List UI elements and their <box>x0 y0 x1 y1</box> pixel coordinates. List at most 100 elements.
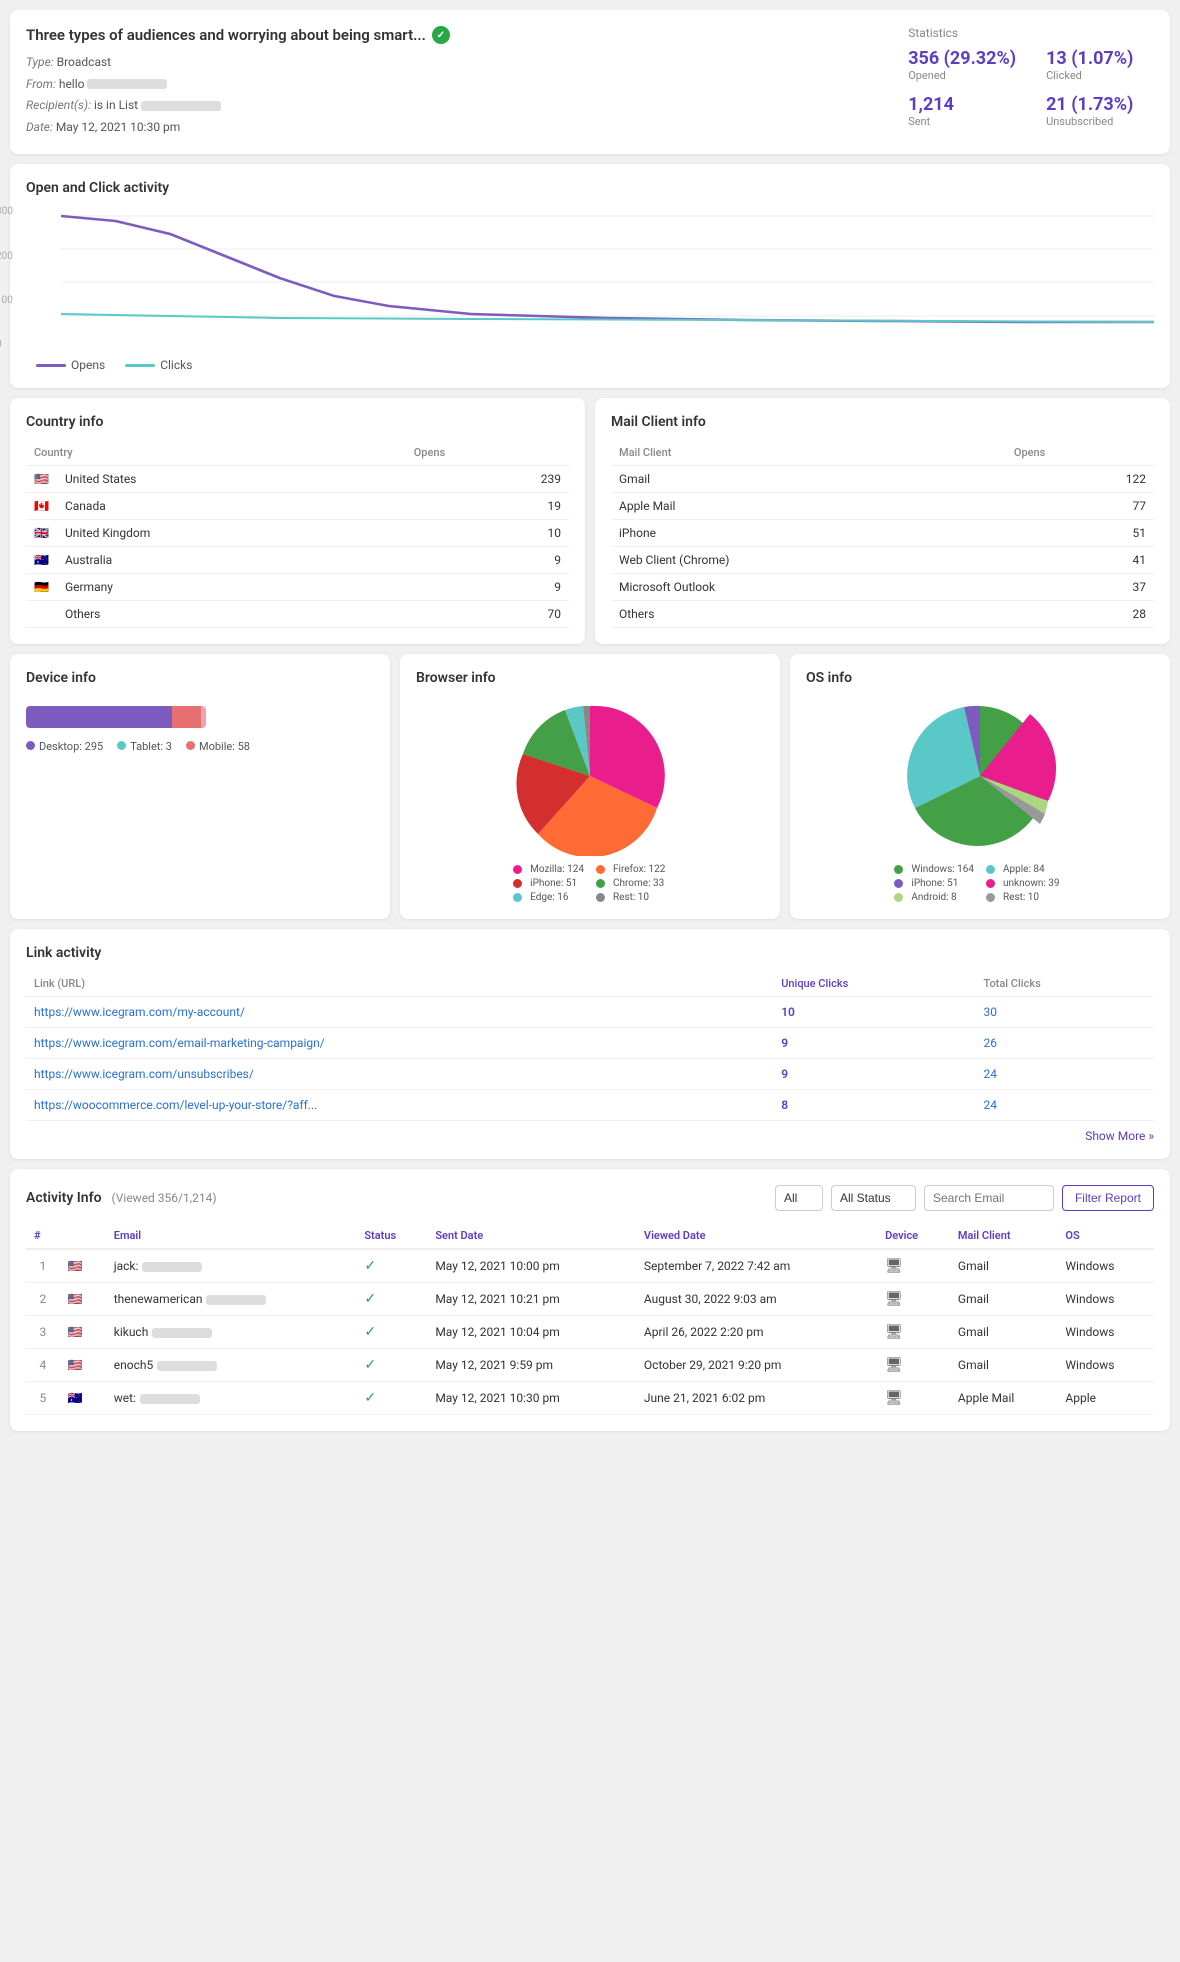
activity-info-subtitle: (Viewed 356/1,214) <box>112 1191 217 1205</box>
row-email: kikuch <box>106 1316 357 1349</box>
browser-info-card: Browser info <box>400 654 780 919</box>
browser-legend: Mozilla: 124 Firefox: 122 iPhone: 51 Chr… <box>513 864 667 903</box>
row-status: ✓ <box>356 1283 427 1316</box>
mail-client-title: Mail Client info <box>611 414 1154 430</box>
mail-client-row: iPhone 51 <box>611 520 1154 547</box>
country-flag: 🇬🇧 <box>26 520 57 547</box>
row-status: ✓ <box>356 1349 427 1382</box>
mail-client-opens: 77 <box>1006 493 1154 520</box>
device-browser-os-row: Device info Desktop: 295 Tablet: 3 Mobil… <box>10 654 1170 919</box>
status-check-icon: ✓ <box>432 26 450 44</box>
country-opens: 9 <box>406 547 569 574</box>
search-email-input[interactable] <box>924 1185 1054 1211</box>
firefox-dot <box>596 865 605 874</box>
tablet-segment <box>201 706 206 728</box>
os-info-card: OS info Windows: 164 <box>790 654 1170 919</box>
country-flag: 🇺🇸 <box>26 466 57 493</box>
col-os: OS <box>1057 1223 1154 1249</box>
header-meta: Type: Broadcast From: hello Recipient(s)… <box>26 52 450 138</box>
row-status: ✓ <box>356 1249 427 1283</box>
activity-info-header: Activity Info (Viewed 356/1,214) All All… <box>26 1185 1154 1211</box>
opened-label: Opened <box>908 69 1016 82</box>
rest-os-dot <box>986 893 995 902</box>
activity-row: 4 🇺🇸 enoch5 ✓ May 12, 2021 9:59 pm Octob… <box>26 1349 1154 1382</box>
activity-info-card: Activity Info (Viewed 356/1,214) All All… <box>10 1169 1170 1431</box>
row-viewed-date: October 29, 2021 9:20 pm <box>636 1349 877 1382</box>
col-country: Country <box>26 440 406 466</box>
col-device: Device <box>877 1223 950 1249</box>
filter-report-button[interactable]: Filter Report <box>1062 1185 1154 1211</box>
activity-info-title: Activity Info <box>26 1190 102 1206</box>
row-os: Windows <box>1057 1349 1154 1382</box>
country-row: 🇩🇪 Germany 9 <box>26 574 569 601</box>
mail-client-row: Microsoft Outlook 37 <box>611 574 1154 601</box>
row-viewed-date: August 30, 2022 9:03 am <box>636 1283 877 1316</box>
activity-row: 2 🇺🇸 thenewamerican ✓ May 12, 2021 10:21… <box>26 1283 1154 1316</box>
activity-table: # Email Status Sent Date Viewed Date Dev… <box>26 1223 1154 1415</box>
col-flag <box>60 1223 106 1249</box>
tablet-legend: Tablet: 3 <box>117 740 172 753</box>
link-row: https://www.icegram.com/unsubscribes/ 9 … <box>26 1059 1154 1090</box>
country-flag <box>26 601 57 628</box>
header-card: Three types of audiences and worrying ab… <box>10 10 1170 154</box>
status-dropdown[interactable]: All Status <box>831 1185 916 1211</box>
link-row: https://woocommerce.com/level-up-your-st… <box>26 1090 1154 1121</box>
col-status: Status <box>356 1223 427 1249</box>
mail-client-name: Others <box>611 601 1006 628</box>
row-sent-date: May 12, 2021 10:04 pm <box>427 1316 636 1349</box>
stat-sent: 1,214 Sent <box>908 94 1016 128</box>
mail-client-opens: 37 <box>1006 574 1154 601</box>
country-row: 🇬🇧 United Kingdom 10 <box>26 520 569 547</box>
all-dropdown[interactable]: All <box>775 1185 823 1211</box>
country-row: 🇺🇸 United States 239 <box>26 466 569 493</box>
link-row: https://www.icegram.com/my-account/ 10 3… <box>26 997 1154 1028</box>
opened-value: 356 (29.32%) <box>908 48 1016 69</box>
country-title: Country info <box>26 414 569 430</box>
row-flag: 🇺🇸 <box>60 1249 106 1283</box>
col-link-url: Link (URL) <box>26 971 773 997</box>
mail-client-opens: 51 <box>1006 520 1154 547</box>
status-check: ✓ <box>364 1324 376 1340</box>
unique-clicks: 9 <box>773 1028 975 1059</box>
row-device: 🖥 <box>877 1316 950 1349</box>
row-email: thenewamerican <box>106 1283 357 1316</box>
row-flag: 🇺🇸 <box>60 1316 106 1349</box>
desktop-dot <box>26 741 35 750</box>
mail-client-name: Gmail <box>611 466 1006 493</box>
clicked-value: 13 (1.07%) <box>1046 48 1154 69</box>
row-flag: 🇺🇸 <box>60 1349 106 1382</box>
link-url: https://woocommerce.com/level-up-your-st… <box>26 1090 773 1121</box>
row-status: ✓ <box>356 1316 427 1349</box>
desktop-segment <box>26 706 172 728</box>
monitor-icon: 🖥 <box>885 1291 903 1307</box>
status-dropdown-wrap[interactable]: All Status <box>831 1185 916 1211</box>
edge-dot <box>513 893 522 902</box>
unknown-dot <box>986 879 995 888</box>
row-num: 5 <box>26 1382 60 1415</box>
all-dropdown-wrap[interactable]: All <box>775 1185 823 1211</box>
show-more-btn[interactable]: Show More » <box>26 1121 1154 1143</box>
campaign-title: Three types of audiences and worrying ab… <box>26 26 450 44</box>
iphone-os-dot <box>894 879 903 888</box>
status-check: ✓ <box>364 1357 376 1373</box>
device-legend: Desktop: 295 Tablet: 3 Mobile: 58 <box>26 740 374 753</box>
country-info-card: Country info Country Opens 🇺🇸 United Sta… <box>10 398 585 644</box>
row-os: Windows <box>1057 1283 1154 1316</box>
opens-legend-line <box>36 364 66 367</box>
mail-client-opens: 122 <box>1006 466 1154 493</box>
browser-pie-chart <box>510 696 670 856</box>
link-url: https://www.icegram.com/email-marketing-… <box>26 1028 773 1059</box>
mail-client-name: Microsoft Outlook <box>611 574 1006 601</box>
mail-client-table: Mail Client Opens Gmail 122 Apple Mail 7… <box>611 440 1154 628</box>
activity-row: 5 🇦🇺 wet: ✓ May 12, 2021 10:30 pm June 2… <box>26 1382 1154 1415</box>
clicks-legend: Clicks <box>125 358 192 372</box>
mail-client-opens: 28 <box>1006 601 1154 628</box>
mail-client-name: Web Client (Chrome) <box>611 547 1006 574</box>
recipients-blur <box>141 101 221 111</box>
clicks-legend-line <box>125 364 155 367</box>
unsub-value: 21 (1.73%) <box>1046 94 1154 115</box>
row-viewed-date: June 21, 2021 6:02 pm <box>636 1382 877 1415</box>
row-mail-client: Apple Mail <box>950 1382 1058 1415</box>
activity-row: 1 🇺🇸 jack: ✓ May 12, 2021 10:00 pm Septe… <box>26 1249 1154 1283</box>
header-left: Three types of audiences and worrying ab… <box>26 26 450 138</box>
